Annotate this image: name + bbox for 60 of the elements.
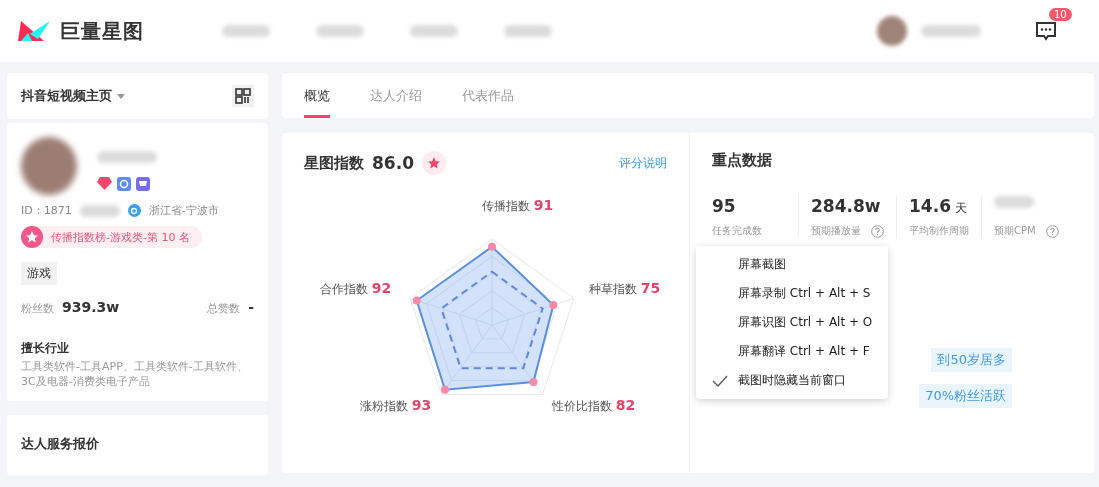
category-tag: 游戏 (21, 262, 57, 285)
industry-text: 工具类软件-工具APP、工具类软件-工具软件、3C及电器-消费类电子产品 (21, 359, 249, 389)
metric-value: 95 (712, 196, 736, 216)
metric-value: 14.6 (909, 196, 951, 216)
score-point (441, 385, 449, 394)
blurred-nav-item[interactable] (504, 25, 552, 37)
blurred-nav-item[interactable] (316, 25, 364, 37)
logo-text: 巨量星图 (60, 17, 144, 45)
cart-icon (136, 177, 150, 191)
message-icon[interactable] (1035, 20, 1057, 42)
creator-avatar (21, 137, 77, 195)
blurred-nav-item[interactable] (410, 25, 458, 37)
index-title: 星图指数 (304, 153, 365, 173)
metric-label: 任务完成数 (712, 224, 763, 238)
likes-value: - (248, 299, 255, 315)
menu-item[interactable]: 屏幕截图 (696, 250, 889, 279)
menu-item[interactable]: 屏幕翻译 Ctrl + Alt + F (696, 337, 889, 366)
blurred-metric-value (994, 196, 1035, 208)
index-score: 86.0 (372, 153, 414, 173)
metric-value: 284.8w (811, 196, 881, 216)
creator-id: ID：1871 (21, 203, 72, 218)
metric-label: 预期播放量 (811, 224, 862, 238)
audience-tag: 到50岁居多 (931, 348, 1013, 372)
industry-title: 擅长行业 (21, 340, 70, 357)
score-point (412, 296, 421, 305)
score-point (549, 301, 558, 310)
menu-item[interactable]: 截图时隐藏当前窗口 (696, 366, 889, 395)
qr-code-icon[interactable] (232, 85, 255, 107)
blurred-id-digits (79, 204, 120, 217)
help-icon[interactable] (871, 224, 885, 238)
platform-select[interactable]: 抖音短视频主页 (21, 87, 125, 105)
menu-item[interactable]: 屏幕识图 Ctrl + Alt + O (696, 308, 889, 337)
dimension-score: 合作指数 92 (320, 280, 392, 298)
blurred-creator-name (97, 151, 157, 163)
fans-label: 粉丝数 (21, 301, 54, 316)
metric-unit: 天 (955, 200, 967, 217)
caret-icon (117, 93, 125, 99)
dimension-score: 种草指数 75 (589, 280, 661, 298)
user-avatar[interactable] (877, 16, 907, 46)
heart-badge-icon (97, 177, 112, 190)
dimension-score: 涨粉指数 93 (360, 397, 432, 415)
section-title: 达人服务报价 (21, 436, 99, 451)
dimension-score: 传播指数 91 (482, 197, 554, 215)
likes-label: 总赞数 (207, 301, 241, 316)
blurred-username (921, 25, 981, 37)
fans-value: 939.3w (62, 299, 120, 315)
key-data-title: 重点数据 (712, 151, 774, 170)
score-point (488, 242, 497, 251)
score-point (529, 378, 538, 387)
metric-label: 预期CPM (994, 224, 1036, 238)
location-text: 浙江省-宁波市 (148, 203, 219, 218)
blurred-nav-item[interactable] (222, 25, 270, 37)
menu-item[interactable]: 屏幕录制 Ctrl + Alt + S (696, 279, 889, 308)
tab[interactable]: 概览 (304, 73, 331, 118)
metric-label: 平均制作周期 (909, 224, 970, 238)
help-icon[interactable] (1045, 224, 1059, 238)
dimension-score: 性价比指数 82 (552, 397, 636, 415)
notification-badge: 10 (1049, 8, 1072, 21)
logo-icon (18, 19, 52, 43)
audience-tag: 70%粉丝活跃 (919, 384, 1013, 408)
